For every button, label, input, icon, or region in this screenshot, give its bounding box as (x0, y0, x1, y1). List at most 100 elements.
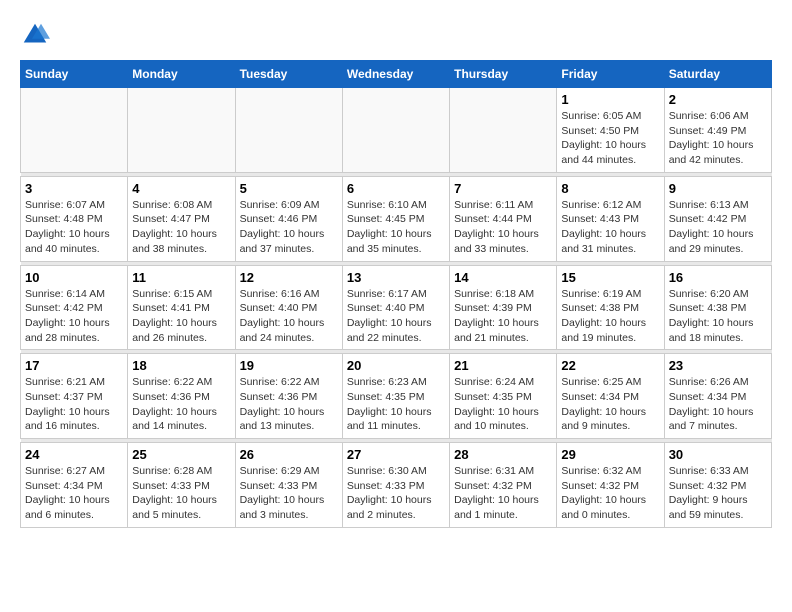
calendar-week-row: 1Sunrise: 6:05 AM Sunset: 4:50 PM Daylig… (21, 88, 772, 173)
calendar-day-cell: 1Sunrise: 6:05 AM Sunset: 4:50 PM Daylig… (557, 88, 664, 173)
day-number: 5 (240, 181, 338, 196)
calendar-week-row: 10Sunrise: 6:14 AM Sunset: 4:42 PM Dayli… (21, 265, 772, 350)
day-info: Sunrise: 6:10 AM Sunset: 4:45 PM Dayligh… (347, 198, 445, 257)
day-number: 23 (669, 358, 767, 373)
day-info: Sunrise: 6:06 AM Sunset: 4:49 PM Dayligh… (669, 109, 767, 168)
day-number: 28 (454, 447, 552, 462)
calendar-day-cell: 11 Sunrise: 6:15 AM Sunset: 4:41 PM Dayli… (128, 265, 235, 350)
day-number: 26 (240, 447, 338, 462)
page-header (20, 20, 772, 50)
day-info: Sunrise: 6:22 AM Sunset: 4:36 PM Dayligh… (240, 375, 338, 434)
day-info: Sunrise: 6:12 AM Sunset: 4:43 PM Dayligh… (561, 198, 659, 257)
calendar-day-cell: 29 Sunrise: 6:32 AM Sunset: 4:32 PM Dayli… (557, 443, 664, 528)
day-number: 24 (25, 447, 123, 462)
day-info: Sunrise: 6:15 AM Sunset: 4:41 PM Dayligh… (132, 287, 230, 346)
weekday-header: Friday (557, 61, 664, 88)
day-number: 13 (347, 270, 445, 285)
day-info: Sunrise: 6:22 AM Sunset: 4:36 PM Dayligh… (132, 375, 230, 434)
day-info: Sunrise: 6:08 AM Sunset: 4:47 PM Dayligh… (132, 198, 230, 257)
day-info: Sunrise: 6:18 AM Sunset: 4:39 PM Dayligh… (454, 287, 552, 346)
weekday-header: Tuesday (235, 61, 342, 88)
calendar-day-cell: 2 Sunrise: 6:06 AM Sunset: 4:49 PM Daylig… (664, 88, 771, 173)
calendar-day-cell: 20 Sunrise: 6:23 AM Sunset: 4:35 PM Dayli… (342, 354, 449, 439)
calendar-day-cell: 3 Sunrise: 6:07 AM Sunset: 4:48 PM Daylig… (21, 176, 128, 261)
calendar-day-cell (450, 88, 557, 173)
calendar-day-cell (342, 88, 449, 173)
day-number: 7 (454, 181, 552, 196)
day-number: 11 (132, 270, 230, 285)
calendar-day-cell: 6Sunrise: 6:10 AM Sunset: 4:45 PM Daylig… (342, 176, 449, 261)
day-number: 17 (25, 358, 123, 373)
logo-icon (20, 20, 50, 50)
calendar-day-cell: 4 Sunrise: 6:08 AM Sunset: 4:47 PM Daylig… (128, 176, 235, 261)
day-number: 29 (561, 447, 659, 462)
day-number: 2 (669, 92, 767, 107)
day-info: Sunrise: 6:30 AM Sunset: 4:33 PM Dayligh… (347, 464, 445, 523)
day-number: 12 (240, 270, 338, 285)
calendar-day-cell: 26 Sunrise: 6:29 AM Sunset: 4:33 PM Dayli… (235, 443, 342, 528)
day-number: 21 (454, 358, 552, 373)
calendar-header-row: SundayMondayTuesdayWednesdayThursdayFrid… (21, 61, 772, 88)
day-info: Sunrise: 6:13 AM Sunset: 4:42 PM Dayligh… (669, 198, 767, 257)
day-info: Sunrise: 6:33 AM Sunset: 4:32 PM Dayligh… (669, 464, 767, 523)
day-info: Sunrise: 6:26 AM Sunset: 4:34 PM Dayligh… (669, 375, 767, 434)
day-info: Sunrise: 6:28 AM Sunset: 4:33 PM Dayligh… (132, 464, 230, 523)
calendar-week-row: 24 Sunrise: 6:27 AM Sunset: 4:34 PM Dayli… (21, 443, 772, 528)
day-number: 27 (347, 447, 445, 462)
day-number: 22 (561, 358, 659, 373)
day-info: Sunrise: 6:07 AM Sunset: 4:48 PM Dayligh… (25, 198, 123, 257)
weekday-header: Monday (128, 61, 235, 88)
day-info: Sunrise: 6:16 AM Sunset: 4:40 PM Dayligh… (240, 287, 338, 346)
calendar-day-cell: 30 Sunrise: 6:33 AM Sunset: 4:32 PM Dayli… (664, 443, 771, 528)
day-info: Sunrise: 6:32 AM Sunset: 4:32 PM Dayligh… (561, 464, 659, 523)
calendar-day-cell: 27 Sunrise: 6:30 AM Sunset: 4:33 PM Dayli… (342, 443, 449, 528)
calendar-day-cell: 23 Sunrise: 6:26 AM Sunset: 4:34 PM Dayli… (664, 354, 771, 439)
calendar-week-row: 17Sunrise: 6:21 AM Sunset: 4:37 PM Dayli… (21, 354, 772, 439)
day-number: 1 (561, 92, 659, 107)
weekday-header: Wednesday (342, 61, 449, 88)
day-info: Sunrise: 6:29 AM Sunset: 4:33 PM Dayligh… (240, 464, 338, 523)
day-info: Sunrise: 6:23 AM Sunset: 4:35 PM Dayligh… (347, 375, 445, 434)
calendar-day-cell: 19 Sunrise: 6:22 AM Sunset: 4:36 PM Dayli… (235, 354, 342, 439)
calendar-day-cell: 7 Sunrise: 6:11 AM Sunset: 4:44 PM Daylig… (450, 176, 557, 261)
calendar-day-cell (21, 88, 128, 173)
day-info: Sunrise: 6:31 AM Sunset: 4:32 PM Dayligh… (454, 464, 552, 523)
calendar-day-cell: 14 Sunrise: 6:18 AM Sunset: 4:39 PM Dayli… (450, 265, 557, 350)
day-number: 25 (132, 447, 230, 462)
calendar-day-cell: 28 Sunrise: 6:31 AM Sunset: 4:32 PM Dayli… (450, 443, 557, 528)
calendar-day-cell: 12 Sunrise: 6:16 AM Sunset: 4:40 PM Dayli… (235, 265, 342, 350)
calendar-day-cell: 16 Sunrise: 6:20 AM Sunset: 4:38 PM Dayli… (664, 265, 771, 350)
day-number: 18 (132, 358, 230, 373)
calendar-day-cell: 5Sunrise: 6:09 AM Sunset: 4:46 PM Daylig… (235, 176, 342, 261)
day-number: 3 (25, 181, 123, 196)
day-info: Sunrise: 6:20 AM Sunset: 4:38 PM Dayligh… (669, 287, 767, 346)
day-number: 20 (347, 358, 445, 373)
calendar-day-cell: 15 Sunrise: 6:19 AM Sunset: 4:38 PM Dayli… (557, 265, 664, 350)
weekday-header: Sunday (21, 61, 128, 88)
day-number: 15 (561, 270, 659, 285)
day-number: 30 (669, 447, 767, 462)
calendar-table: SundayMondayTuesdayWednesdayThursdayFrid… (20, 60, 772, 528)
day-info: Sunrise: 6:17 AM Sunset: 4:40 PM Dayligh… (347, 287, 445, 346)
calendar-day-cell: 17Sunrise: 6:21 AM Sunset: 4:37 PM Dayli… (21, 354, 128, 439)
day-info: Sunrise: 6:27 AM Sunset: 4:34 PM Dayligh… (25, 464, 123, 523)
day-info: Sunrise: 6:11 AM Sunset: 4:44 PM Dayligh… (454, 198, 552, 257)
day-info: Sunrise: 6:24 AM Sunset: 4:35 PM Dayligh… (454, 375, 552, 434)
day-number: 8 (561, 181, 659, 196)
calendar-day-cell: 18 Sunrise: 6:22 AM Sunset: 4:36 PM Dayli… (128, 354, 235, 439)
calendar-day-cell (128, 88, 235, 173)
calendar-day-cell: 8 Sunrise: 6:12 AM Sunset: 4:43 PM Daylig… (557, 176, 664, 261)
calendar-day-cell: 22Sunrise: 6:25 AM Sunset: 4:34 PM Dayli… (557, 354, 664, 439)
calendar-day-cell: 10Sunrise: 6:14 AM Sunset: 4:42 PM Dayli… (21, 265, 128, 350)
calendar-day-cell: 24 Sunrise: 6:27 AM Sunset: 4:34 PM Dayli… (21, 443, 128, 528)
day-number: 9 (669, 181, 767, 196)
day-number: 16 (669, 270, 767, 285)
day-number: 4 (132, 181, 230, 196)
calendar-day-cell: 9 Sunrise: 6:13 AM Sunset: 4:42 PM Daylig… (664, 176, 771, 261)
day-number: 19 (240, 358, 338, 373)
calendar-week-row: 3 Sunrise: 6:07 AM Sunset: 4:48 PM Daylig… (21, 176, 772, 261)
day-info: Sunrise: 6:19 AM Sunset: 4:38 PM Dayligh… (561, 287, 659, 346)
day-info: Sunrise: 6:14 AM Sunset: 4:42 PM Dayligh… (25, 287, 123, 346)
weekday-header: Saturday (664, 61, 771, 88)
day-number: 14 (454, 270, 552, 285)
